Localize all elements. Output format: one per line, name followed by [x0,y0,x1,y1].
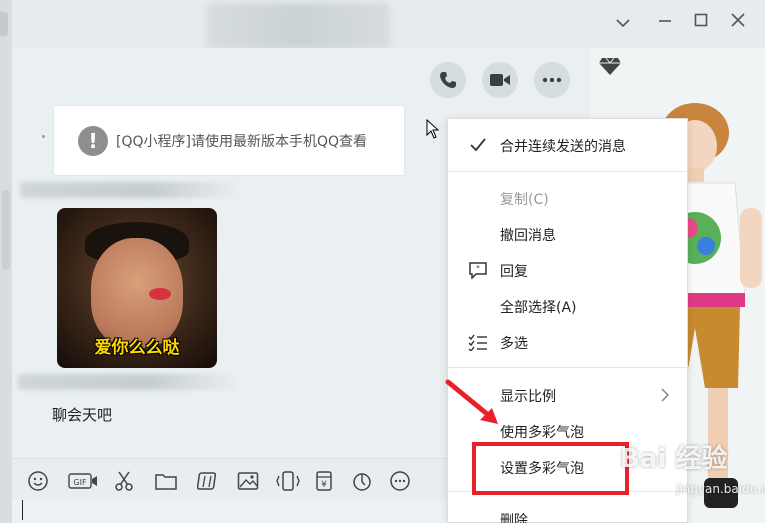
scissors-icon[interactable] [112,469,136,493]
left-edge-tab[interactable] [0,12,8,36]
menu-item-delete[interactable]: 删除 [448,501,689,523]
more-icon[interactable] [388,469,412,493]
chat-text-message[interactable]: 聊会天吧 [52,404,112,425]
maximize-icon[interactable] [690,12,712,34]
system-message-text: [QQ小程序]请使用最新版本手机QQ查看 [116,133,368,150]
voice-icon[interactable] [350,469,374,493]
sticker-caption: 爱你么么哒 [94,338,180,358]
svg-text:GIF: GIF [73,478,87,487]
red-packet-icon[interactable]: ¥ [312,469,336,493]
image-icon[interactable] [236,469,260,493]
menu-item-multi-select[interactable]: 多选 [448,324,689,360]
chevron-down-icon[interactable] [612,12,634,34]
sender-name-blurred [20,182,240,198]
svg-text:¥: ¥ [321,480,327,490]
sender-name-blurred-2 [18,374,238,390]
left-edge-scroll[interactable] [2,190,10,270]
message-dot [42,135,45,138]
menu-item-select-all[interactable]: 全部选择(A) [448,288,689,324]
gif-icon[interactable]: GIF [68,469,98,493]
kiss-lips-icon [149,288,171,300]
voice-call-button[interactable] [430,62,466,98]
diamond-icon [599,57,621,75]
shake-icon[interactable] [276,469,300,493]
menu-item-merge-messages[interactable]: 合并连续发送的消息 [448,127,689,163]
window-titlebar [12,0,765,49]
text-cursor [22,500,23,520]
svg-text:": " [476,265,480,275]
menu-item-reply[interactable]: " 回复 [448,252,689,288]
baidu-watermark-url: jingyan.baidu.com [676,482,765,496]
folder-icon[interactable] [154,469,178,493]
left-edge-strip [0,0,12,523]
minimize-icon[interactable] [654,12,676,34]
more-options-button[interactable] [534,62,570,98]
video-call-button[interactable] [482,62,518,98]
phone-icon [440,72,456,88]
menu-item-recall[interactable]: 撤回消息 [448,216,689,252]
reply-icon: " [469,262,487,279]
more-dots-icon [542,77,562,83]
highlight-box [472,442,629,495]
warning-icon: ! [78,125,108,156]
red-arrow-annotation [445,379,498,424]
video-camera-icon [490,74,510,86]
chevron-right-icon [661,388,670,402]
contact-name-blurred [207,3,390,49]
close-icon[interactable] [727,12,749,34]
sticker-image[interactable]: 爱你么么哒 [57,208,217,368]
menu-item-copy: 复制(C) [500,192,549,208]
check-icon [470,138,486,152]
system-message-card[interactable]: ! [QQ小程序]请使用最新版本手机QQ查看 [53,105,405,176]
sticker-icon[interactable] [196,469,220,493]
mouse-pointer-icon [426,119,440,139]
emoji-icon[interactable] [26,469,50,493]
multi-select-icon [468,334,487,351]
baidu-watermark: Bai 经验 [620,444,728,474]
